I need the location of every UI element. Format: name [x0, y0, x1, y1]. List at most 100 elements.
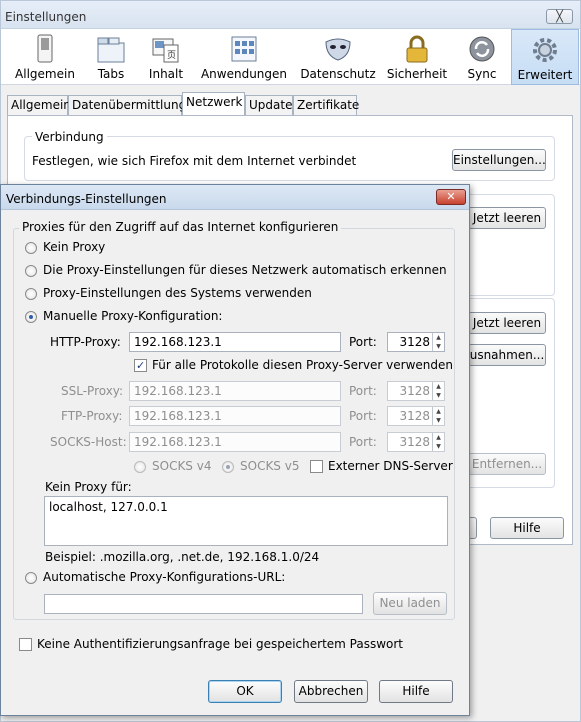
radio-manual-proxy[interactable] — [25, 311, 37, 323]
radio-socks-v4[interactable] — [134, 461, 146, 473]
socks-v5-label: SOCKS v5 — [240, 459, 300, 473]
toolbar-label: Erweitert — [517, 68, 573, 82]
no-proxy-textarea[interactable]: localhost, 127.0.0.1 — [44, 496, 448, 546]
ssl-port-label: Port: — [349, 384, 377, 398]
toolbar-label: Sync — [467, 67, 497, 81]
ftp-proxy-input[interactable]: 192.168.123.1 — [129, 406, 341, 426]
radio-auto-url[interactable] — [25, 572, 37, 584]
dialog-titlebar: Verbindungs-Einstellungen ✕ — [1, 185, 469, 210]
toolbar-label: Anwendungen — [200, 67, 288, 81]
clear-cache-button[interactable]: Jetzt leeren — [468, 207, 546, 229]
all-protocols-checkbox[interactable] — [134, 359, 147, 372]
ftp-port-value: 3128 — [399, 409, 430, 423]
http-port-label: Port: — [349, 335, 377, 349]
socks-host-label: SOCKS-Host: — [50, 435, 127, 449]
toolbar-inhalt[interactable]: 页 Inhalt — [141, 29, 191, 85]
connection-settings-button[interactable]: Einstellungen... — [452, 149, 546, 171]
tab-datenuebermittlung[interactable]: Datenübermittlung — [68, 95, 186, 115]
radio-auto-detect-label: Die Proxy-Einstellungen für dieses Netzw… — [43, 263, 447, 277]
toolbar-label: Allgemein — [15, 67, 75, 81]
content-icon: 页 — [152, 38, 179, 63]
radio-system-proxy-label: Proxy-Einstellungen des Systems verwende… — [43, 286, 312, 300]
close-icon[interactable]: ✕ — [436, 189, 466, 205]
tab-update[interactable]: Update — [245, 95, 293, 115]
ftp-proxy-label: FTP-Proxy: — [61, 409, 123, 423]
settings-title: Einstellungen — [5, 10, 87, 24]
spin-arrows-icon[interactable]: ▲ ▼ — [432, 333, 444, 351]
settings-toolbar: Allgemein Tabs 页 Inhalt Anwendungen Date… — [1, 29, 580, 85]
no-auth-label: Keine Authentifizierungsanfrage bei gesp… — [37, 637, 404, 651]
toolbar-label: Inhalt — [148, 67, 184, 81]
mask-icon — [325, 38, 351, 61]
toolbar-datenschutz[interactable]: Datenschutz — [299, 29, 377, 85]
ssl-proxy-input[interactable]: 192.168.123.1 — [129, 381, 341, 401]
radio-manual-proxy-label: Manuelle Proxy-Konfiguration: — [43, 309, 223, 323]
sync-icon — [469, 36, 495, 62]
connection-description: Festlegen, wie sich Firefox mit dem Inte… — [32, 154, 357, 168]
toolbar-sicherheit[interactable]: Sicherheit — [385, 29, 449, 85]
no-proxy-value: localhost, 127.0.0.1 — [49, 500, 168, 514]
connection-legend: Verbindung — [32, 130, 107, 144]
ftp-port-stepper[interactable]: 3128 ▲ ▼ — [387, 406, 445, 426]
radio-auto-detect[interactable] — [25, 265, 37, 277]
toolbar-allgemein[interactable]: Allgemein — [13, 29, 77, 85]
toolbar-anwendungen[interactable]: Anwendungen — [199, 29, 289, 85]
socks-port-stepper[interactable]: 3128 ▲ ▼ — [387, 432, 445, 452]
all-protocols-label: Für alle Protokolle diesen Proxy-Server … — [152, 358, 454, 372]
connection-settings-dialog: Verbindungs-Einstellungen ✕ Proxies für … — [0, 184, 470, 716]
radio-auto-url-label: Automatische Proxy-Konfigurations-URL: — [43, 570, 286, 584]
tab-allgemein[interactable]: Allgemein — [7, 95, 71, 115]
spin-arrows-icon[interactable]: ▲ ▼ — [432, 382, 444, 400]
tab-zertifikate[interactable]: Zertifikate — [293, 95, 359, 115]
applications-icon — [231, 36, 257, 62]
http-port-stepper[interactable]: 3128 ▲ ▼ — [387, 332, 445, 352]
tab-netzwerk[interactable]: Netzwerk — [182, 92, 245, 115]
toolbar-erweitert[interactable]: Erweitert — [511, 29, 579, 85]
svg-text:页: 页 — [167, 50, 176, 61]
auto-url-input[interactable] — [44, 594, 363, 614]
http-port-value: 3128 — [399, 335, 430, 349]
gear-icon — [533, 38, 557, 62]
tabs-icon — [97, 37, 125, 63]
reload-button[interactable]: Neu laden — [373, 592, 447, 615]
no-proxy-example: Beispiel: .mozilla.org, .net.de, 192.168… — [45, 550, 320, 564]
radio-socks-v5[interactable] — [222, 461, 234, 473]
close-icon[interactable]: ╳ — [546, 9, 573, 24]
exceptions-button[interactable]: usnahmen... — [468, 344, 546, 366]
radio-no-proxy[interactable] — [25, 242, 37, 254]
toolbar-label: Tabs — [97, 67, 125, 81]
http-proxy-label: HTTP-Proxy: — [50, 335, 121, 349]
socks-host-input[interactable]: 192.168.123.1 — [129, 432, 341, 452]
socks-port-value: 3128 — [399, 435, 430, 449]
toolbar-label: Datenschutz — [300, 67, 376, 81]
ssl-port-value: 3128 — [399, 384, 430, 398]
settings-titlebar: Einstellungen ╳ — [1, 1, 580, 29]
clear-offline-button[interactable]: Jetzt leeren — [468, 312, 546, 334]
socks-v4-label: SOCKS v4 — [152, 459, 212, 473]
no-proxy-label: Kein Proxy für: — [45, 480, 132, 494]
dialog-title: Verbindungs-Einstellungen — [6, 192, 167, 206]
spin-arrows-icon[interactable]: ▲ ▼ — [432, 407, 444, 425]
switch-icon — [37, 34, 53, 63]
ssl-proxy-label: SSL-Proxy: — [61, 384, 124, 398]
toolbar-tabs[interactable]: Tabs — [85, 29, 137, 85]
radio-system-proxy[interactable] — [25, 288, 37, 300]
no-auth-checkbox[interactable] — [19, 638, 32, 651]
ssl-port-stepper[interactable]: 3128 ▲ ▼ — [387, 381, 445, 401]
spin-arrows-icon[interactable]: ▲ ▼ — [432, 433, 444, 451]
proxy-legend: Proxies für den Zugriff auf das Internet… — [19, 220, 342, 234]
radio-no-proxy-label: Kein Proxy — [43, 240, 106, 254]
remote-dns-checkbox[interactable] — [310, 460, 323, 473]
ftp-port-label: Port: — [349, 409, 377, 423]
socks-port-label: Port: — [349, 435, 377, 449]
outer-help-button[interactable]: Hilfe — [490, 517, 564, 539]
help-button[interactable]: Hilfe — [379, 680, 453, 703]
ok-button[interactable]: OK — [208, 680, 282, 703]
lock-icon — [406, 35, 428, 63]
toolbar-label: Sicherheit — [386, 67, 448, 81]
remove-button[interactable]: Entfernen... — [468, 453, 546, 475]
toolbar-sync[interactable]: Sync — [457, 29, 507, 85]
cancel-button[interactable]: Abbrechen — [294, 680, 368, 703]
http-proxy-input[interactable]: 192.168.123.1 — [129, 332, 341, 352]
remote-dns-label: Externer DNS-Server — [328, 459, 453, 473]
